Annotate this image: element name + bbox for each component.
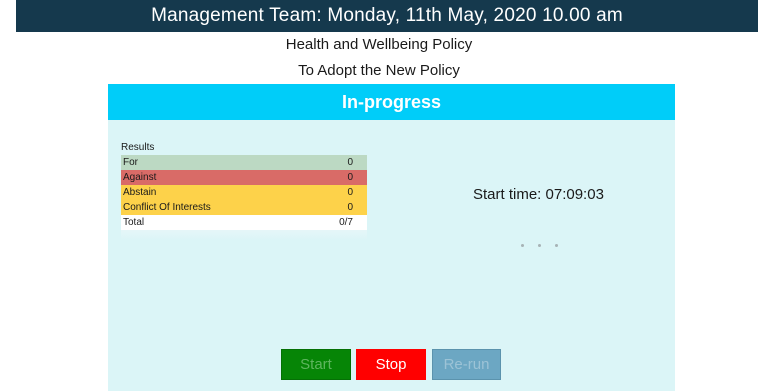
results-table-container: Results For 0 Against 0 Abstain 0 Confli… [121,140,367,240]
loading-dot [555,244,558,247]
results-row-conflict-of-interests: Conflict Of Interests 0 [121,200,367,215]
results-row-label: Abstain [123,187,157,198]
results-row-value: 0 [347,202,353,213]
results-row-label: Conflict Of Interests [123,202,211,213]
results-row-value: 0/7 [339,217,353,228]
results-table: For 0 Against 0 Abstain 0 Conflict Of In… [121,155,367,230]
results-row-label: For [123,157,138,168]
rerun-button[interactable]: Re-run [432,349,501,380]
agenda-item-title: Health and Wellbeing Policy [285,36,473,53]
results-row-against: Against 0 [121,170,367,185]
results-divider [121,230,367,240]
results-row-label: Against [123,172,157,183]
results-row-value: 0 [347,157,353,168]
meeting-title: Management Team: Monday, 11th May, 2020 … [151,5,623,26]
voting-panel: In-progress Results For 0 Against 0 Abst… [108,84,675,391]
results-row-value: 0 [347,172,353,183]
loading-dot [521,244,524,247]
results-row-for: For 0 [121,155,367,170]
results-row-total: Total 0/7 [121,215,367,230]
status-label: In-progress [341,91,442,112]
start-button[interactable]: Start [281,349,351,380]
stop-button[interactable]: Stop [356,349,426,380]
results-row-abstain: Abstain 0 [121,185,367,200]
status-banner: In-progress [108,84,675,120]
results-row-label: Total [123,217,145,228]
meeting-header: Management Team: Monday, 11th May, 2020 … [16,0,758,32]
loading-indicator [521,244,558,247]
loading-dot [538,244,541,247]
start-time-label: Start time: 07:09:03 [473,186,604,203]
results-row-value: 0 [347,187,353,198]
motion-title: To Adopt the New Policy [298,62,460,79]
results-label: Results [121,142,155,153]
